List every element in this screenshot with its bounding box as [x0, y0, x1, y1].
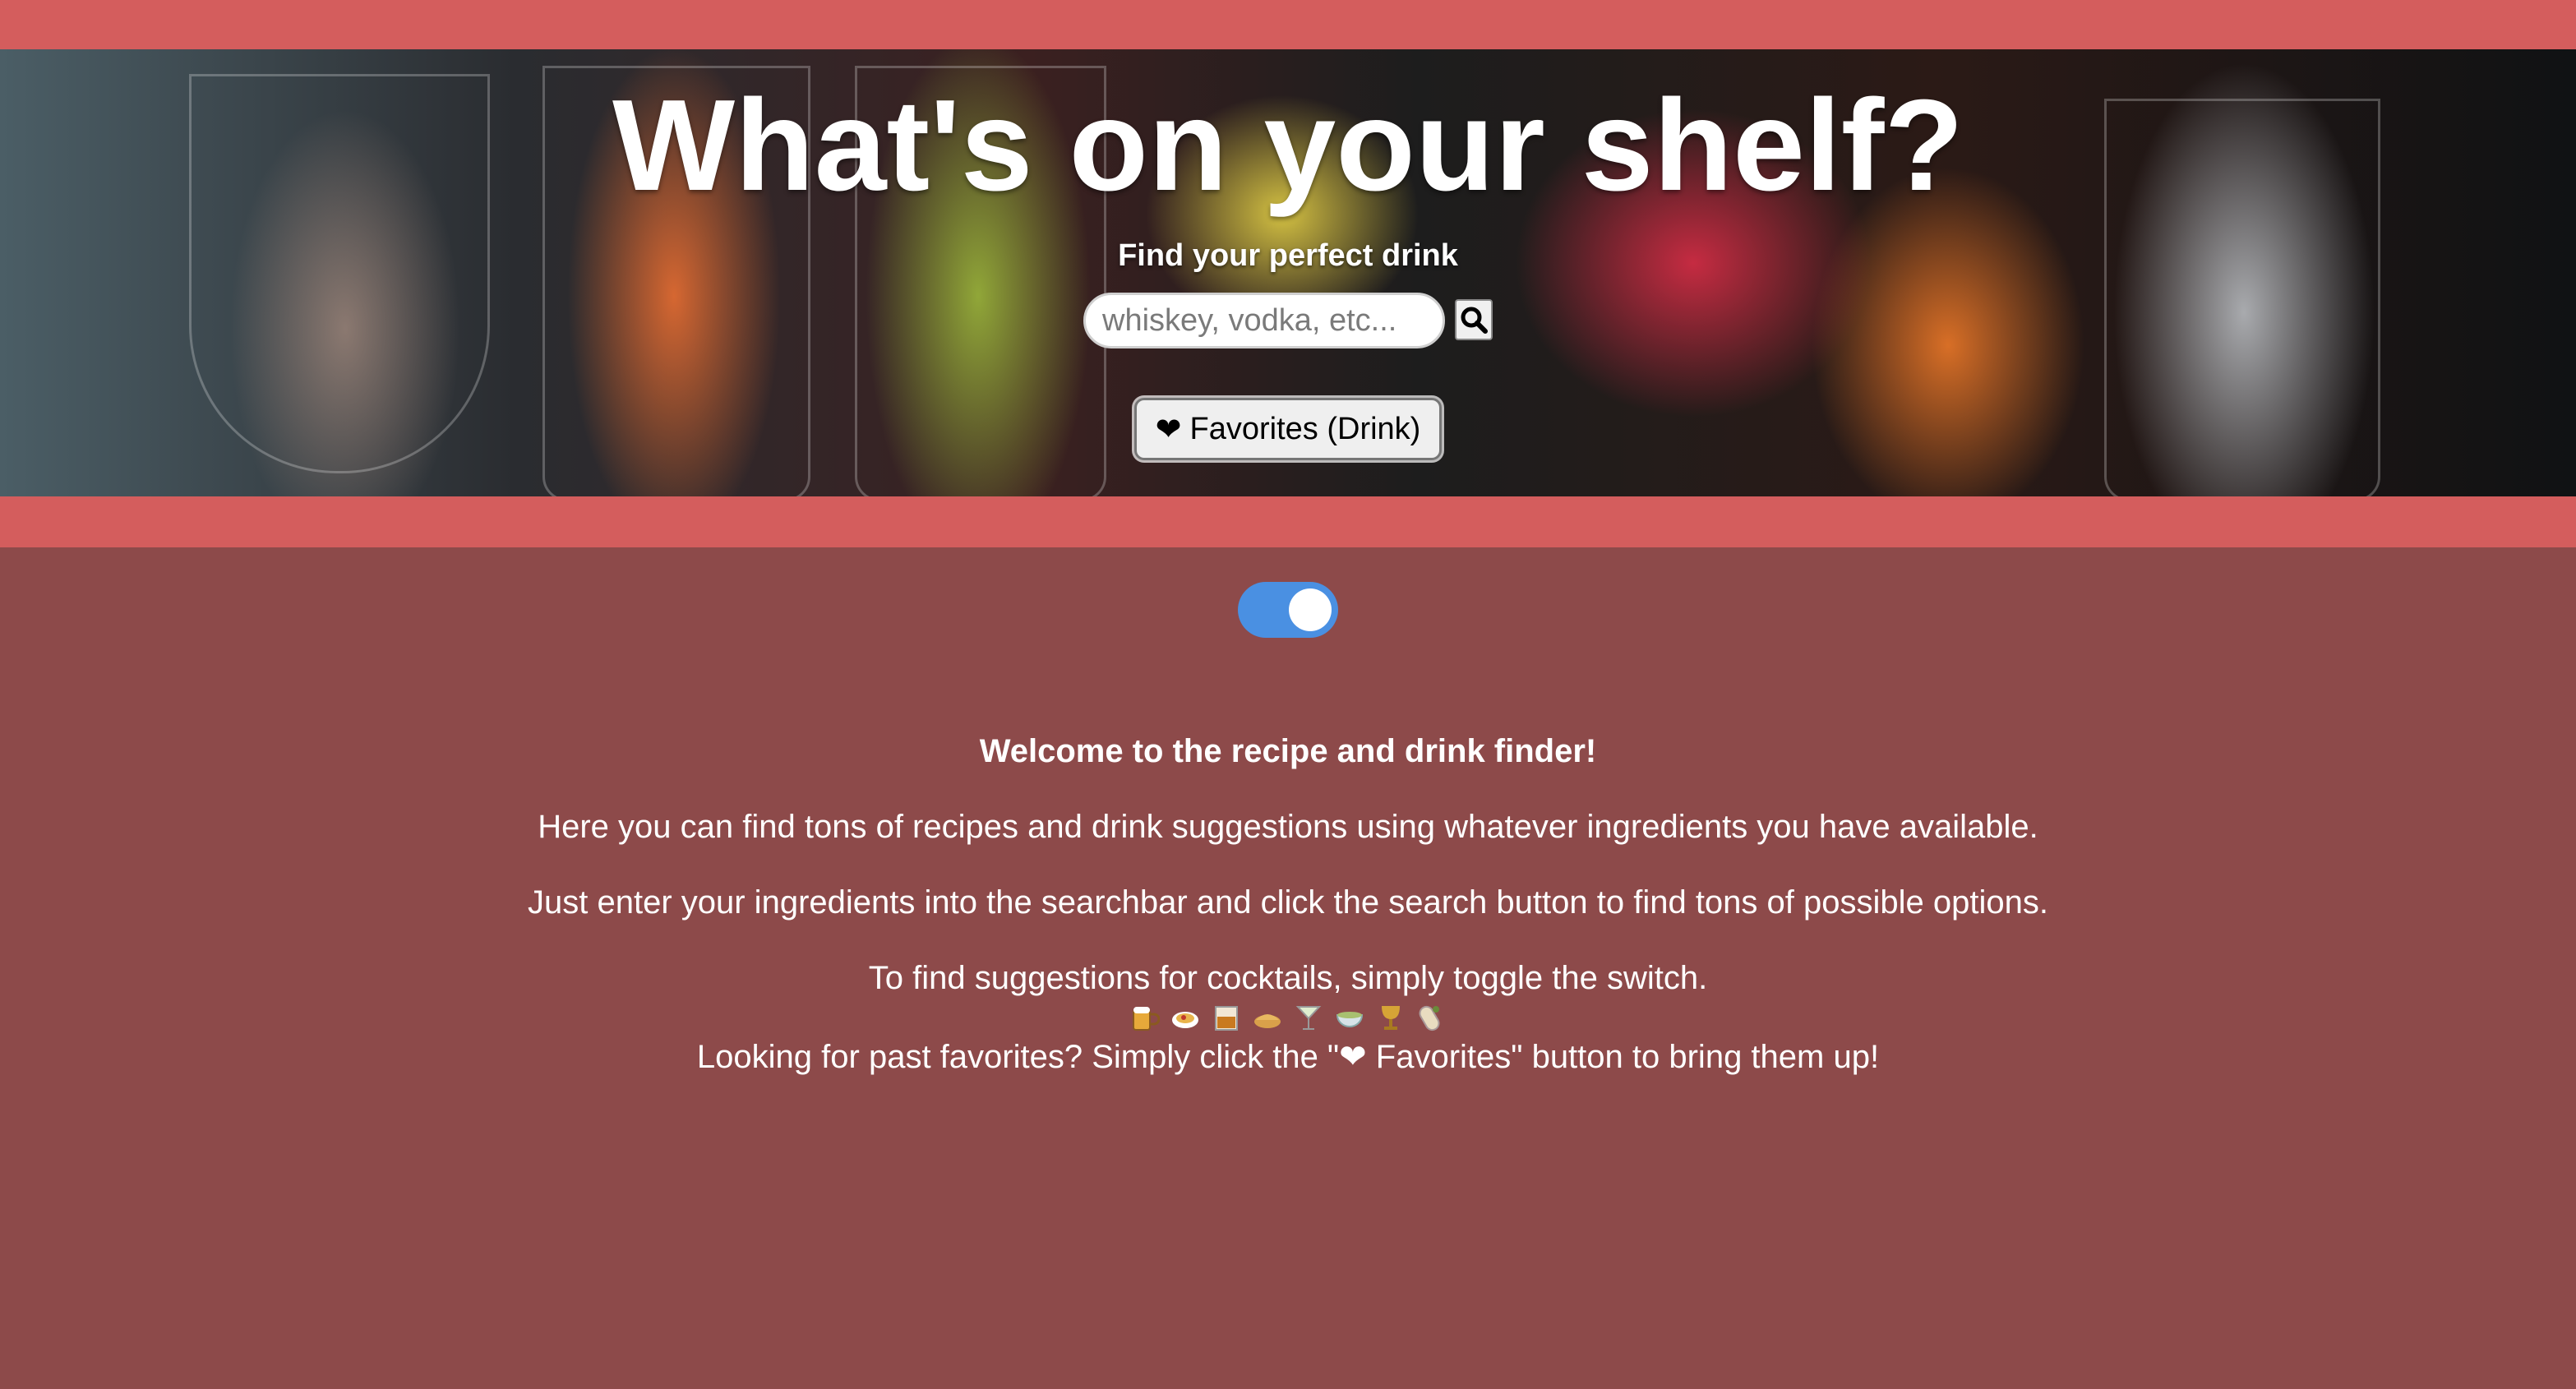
search-button[interactable]	[1455, 299, 1493, 340]
favorites-button-label: Favorites (Drink)	[1189, 411, 1421, 446]
drink-recipe-toggle[interactable]	[1238, 582, 1338, 638]
burrito-icon	[1419, 1005, 1440, 1031]
page-title: What's on your shelf?	[612, 73, 1964, 218]
bottom-band	[0, 496, 2576, 547]
food-drink-emoji-row	[0, 998, 2576, 1037]
tumbler-glass-icon	[1215, 1006, 1238, 1031]
heart-icon: ❤	[1155, 412, 1182, 447]
intro-text: Here you can find tons of recipes and dr…	[538, 809, 2038, 845]
cocktail-glass-icon	[1295, 1006, 1322, 1030]
bowl-icon	[1336, 1012, 1364, 1027]
instructions-text: Just enter your ingredients into the sea…	[528, 884, 2048, 921]
goblet-icon	[1382, 1006, 1400, 1030]
spaghetti-icon	[1172, 1012, 1198, 1028]
toggle-knob	[1289, 588, 1332, 631]
page-subtitle: Find your perfect drink	[1118, 238, 1458, 273]
toggle-hint-text: To find suggestions for cocktails, simpl…	[868, 960, 1708, 996]
favorites-hint-text: Looking for past favorites? Simply click…	[696, 1039, 1880, 1075]
top-band	[0, 0, 2576, 49]
pie-icon	[1254, 1014, 1281, 1028]
welcome-content: Welcome to the recipe and drink finder! …	[0, 731, 2576, 1077]
beer-mug-icon	[1133, 1007, 1160, 1031]
search-input[interactable]	[1083, 293, 1445, 348]
favorites-button[interactable]: ❤ Favorites (Drink)	[1134, 398, 1442, 460]
search-icon	[1461, 307, 1488, 334]
welcome-heading: Welcome to the recipe and drink finder!	[979, 733, 1597, 769]
